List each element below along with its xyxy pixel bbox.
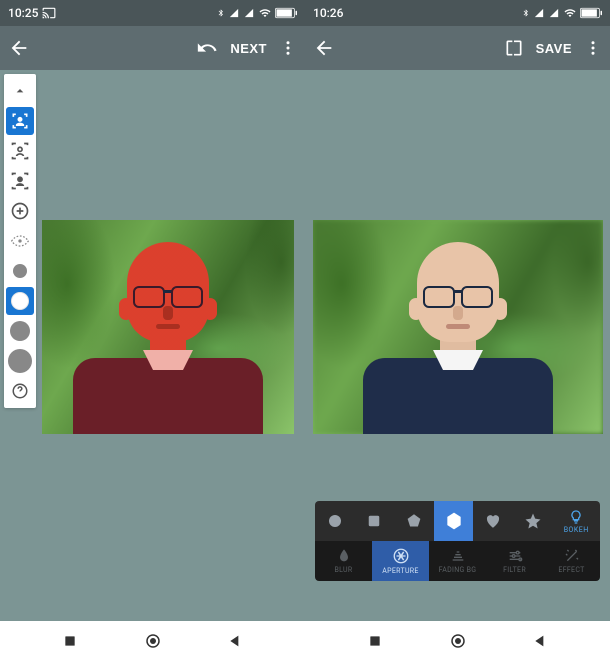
status-time: 10:25 bbox=[8, 6, 38, 20]
mode-label: APERTURE bbox=[382, 567, 418, 575]
wifi-icon bbox=[563, 7, 577, 19]
star-shape[interactable] bbox=[513, 501, 553, 541]
help-icon[interactable] bbox=[6, 377, 34, 405]
nav-home-button[interactable] bbox=[141, 629, 165, 653]
person-add-icon[interactable] bbox=[6, 137, 34, 165]
android-nav-bar bbox=[0, 621, 305, 661]
signal-icon-2 bbox=[243, 8, 255, 18]
bluetooth-icon bbox=[522, 7, 530, 19]
heart-shape[interactable] bbox=[473, 501, 513, 541]
person-remove-icon[interactable] bbox=[6, 167, 34, 195]
signal-icon bbox=[228, 8, 240, 18]
canvas-area[interactable]: BOKEH BLUR APERTURE FADING BG bbox=[305, 70, 610, 621]
brush-xl-icon[interactable] bbox=[6, 347, 34, 375]
mode-label: BLUR bbox=[335, 566, 353, 574]
left-toolbar bbox=[4, 74, 36, 408]
back-button[interactable] bbox=[8, 37, 30, 59]
drop-icon bbox=[336, 548, 352, 564]
portrait-detect-icon[interactable] bbox=[6, 107, 34, 135]
arrow-back-icon bbox=[313, 37, 335, 59]
arrow-back-icon bbox=[8, 37, 30, 59]
nav-back-button[interactable] bbox=[528, 629, 552, 653]
blur-mode[interactable]: BLUR bbox=[315, 541, 372, 581]
battery-icon bbox=[275, 7, 297, 19]
mode-row: BLUR APERTURE FADING BG FILTER EFFECT bbox=[315, 541, 600, 581]
nav-recents-button[interactable] bbox=[363, 629, 387, 653]
save-button[interactable]: SAVE bbox=[536, 41, 572, 56]
compare-button[interactable] bbox=[504, 38, 524, 58]
photo-preview[interactable] bbox=[313, 220, 603, 434]
app-bar: NEXT bbox=[0, 26, 305, 70]
mode-label: FILTER bbox=[503, 566, 526, 574]
next-button[interactable]: NEXT bbox=[230, 41, 267, 56]
more-vert-icon bbox=[279, 37, 297, 59]
bluetooth-icon bbox=[217, 7, 225, 19]
status-time: 10:26 bbox=[313, 6, 343, 20]
brush-medium-icon[interactable] bbox=[6, 287, 34, 315]
photo-subject bbox=[368, 234, 548, 434]
square-shape[interactable] bbox=[355, 501, 395, 541]
mode-label: FADING BG bbox=[439, 566, 477, 574]
android-nav-bar bbox=[305, 621, 610, 661]
wand-icon bbox=[564, 548, 580, 564]
more-button[interactable] bbox=[584, 37, 602, 59]
app-bar: SAVE bbox=[305, 26, 610, 70]
photo-preview[interactable] bbox=[42, 220, 294, 434]
more-button[interactable] bbox=[279, 37, 297, 59]
bokeh-button[interactable]: BOKEH bbox=[552, 501, 600, 541]
mode-label: EFFECT bbox=[558, 566, 584, 574]
pentagon-shape[interactable] bbox=[394, 501, 434, 541]
canvas-area[interactable] bbox=[0, 70, 305, 621]
brush-large-icon[interactable] bbox=[6, 317, 34, 345]
status-bar: 10:26 bbox=[305, 0, 610, 26]
chevron-up-icon[interactable] bbox=[6, 77, 34, 105]
undo-button[interactable] bbox=[196, 37, 218, 59]
nav-home-button[interactable] bbox=[446, 629, 470, 653]
undo-icon bbox=[196, 37, 218, 59]
bulb-icon bbox=[568, 509, 584, 525]
add-circle-icon[interactable] bbox=[6, 197, 34, 225]
brush-small-icon[interactable] bbox=[6, 257, 34, 285]
hexagon-shape[interactable] bbox=[434, 501, 474, 541]
more-vert-icon bbox=[584, 37, 602, 59]
shape-row: BOKEH bbox=[315, 501, 600, 541]
effect-mode[interactable]: EFFECT bbox=[543, 541, 600, 581]
back-button[interactable] bbox=[313, 37, 335, 59]
battery-icon bbox=[580, 7, 602, 19]
status-bar: 10:25 bbox=[0, 0, 305, 26]
signal-icon-2 bbox=[548, 8, 560, 18]
nav-recents-button[interactable] bbox=[58, 629, 82, 653]
fading-bg-mode[interactable]: FADING BG bbox=[429, 541, 486, 581]
signal-icon bbox=[533, 8, 545, 18]
eye-icon[interactable] bbox=[6, 227, 34, 255]
nav-back-button[interactable] bbox=[223, 629, 247, 653]
sliders-icon bbox=[507, 548, 523, 564]
compare-icon bbox=[504, 38, 524, 58]
bottom-toolbars: BOKEH BLUR APERTURE FADING BG bbox=[305, 501, 610, 581]
circle-shape[interactable] bbox=[315, 501, 355, 541]
filter-mode[interactable]: FILTER bbox=[486, 541, 543, 581]
aperture-mode[interactable]: APERTURE bbox=[372, 541, 429, 581]
cast-icon bbox=[42, 6, 56, 20]
fading-icon bbox=[450, 548, 466, 564]
photo-subject bbox=[78, 234, 258, 434]
aperture-icon bbox=[392, 547, 410, 565]
wifi-icon bbox=[258, 7, 272, 19]
bokeh-label: BOKEH bbox=[564, 526, 589, 534]
